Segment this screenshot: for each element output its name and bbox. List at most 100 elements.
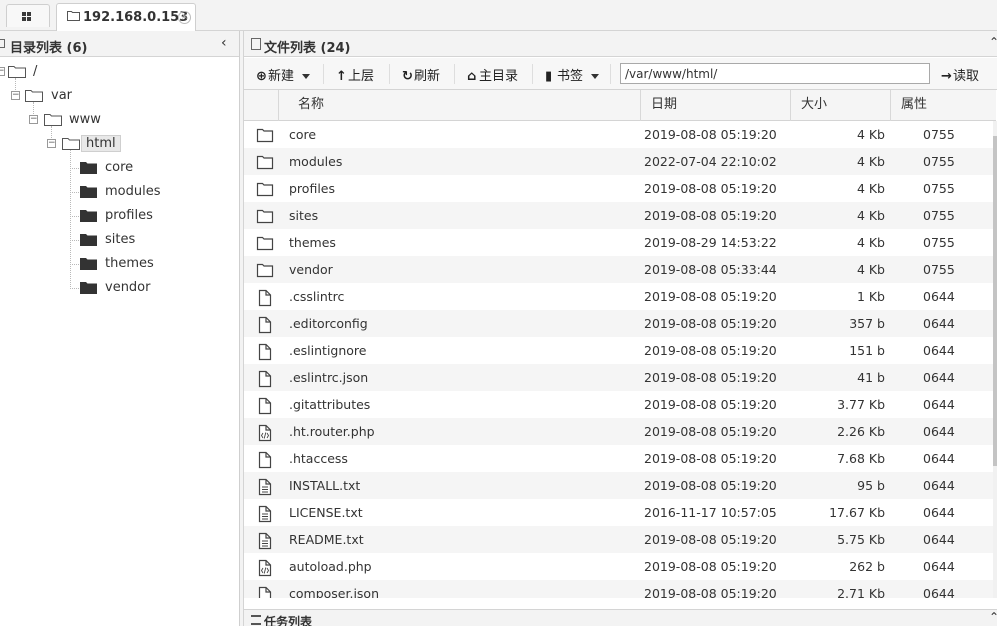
table-row[interactable]: .csslintrc 2019-08-08 05:19:20 1 Kb 0644 xyxy=(244,283,994,310)
file-date: 2019-08-08 05:19:20 xyxy=(644,397,777,412)
refresh-button[interactable]: ↻刷新 xyxy=(402,65,441,84)
table-row[interactable]: sites 2019-08-08 05:19:20 4 Kb 0755 xyxy=(244,202,994,229)
table-row[interactable]: modules 2022-07-04 22:10:02 4 Kb 0755 xyxy=(244,148,994,175)
file-name: .gitattributes xyxy=(289,397,371,412)
file-size: 95 b xyxy=(857,478,885,493)
tree-item-sites[interactable]: sites xyxy=(105,232,135,247)
folder-open-icon xyxy=(44,114,62,126)
up-button[interactable]: ↑上层 xyxy=(336,65,374,84)
column-name[interactable]: 名称 xyxy=(278,90,640,121)
new-button[interactable]: ⊕新建 xyxy=(256,65,311,84)
file-panel-title: 文件列表 (24) xyxy=(264,41,351,56)
refresh-label: 刷新 xyxy=(414,69,441,84)
column-size[interactable]: 大小 xyxy=(790,90,890,121)
refresh-icon: ↻ xyxy=(402,69,413,84)
file-size: 4 Kb xyxy=(856,181,885,196)
file-attr: 0755 xyxy=(923,235,955,250)
tab-host[interactable]: 192.168.0.153 × xyxy=(56,3,196,31)
file-attr: 0644 xyxy=(923,343,955,358)
table-row[interactable]: vendor 2019-08-08 05:33:44 4 Kb 0755 xyxy=(244,256,994,283)
tab-dashboard[interactable] xyxy=(6,4,50,27)
file-icon xyxy=(256,586,274,598)
file-date: 2019-08-08 05:19:20 xyxy=(644,181,777,196)
folder-icon xyxy=(256,235,274,251)
toolbar-divider xyxy=(389,64,390,84)
folder-open-icon xyxy=(25,90,43,102)
table-row[interactable]: README.txt 2019-08-08 05:19:20 5.75 Kb 0644 xyxy=(244,526,994,553)
table-row[interactable]: autoload.php 2019-08-08 05:19:20 262 b 0644 xyxy=(244,553,994,580)
table-row[interactable]: LICENSE.txt 2016-11-17 10:57:05 17.67 Kb 06… xyxy=(244,499,994,526)
file-attr: 0644 xyxy=(923,289,955,304)
close-icon[interactable]: × xyxy=(178,11,191,24)
table-row[interactable]: core 2019-08-08 05:19:20 4 Kb 0755 xyxy=(244,121,994,148)
tree-item-core[interactable]: core xyxy=(105,160,133,175)
collapse-toggle[interactable]: − xyxy=(0,67,5,76)
file-size: 1 Kb xyxy=(856,289,885,304)
tree-item-modules[interactable]: modules xyxy=(105,184,161,199)
file-attr: 0644 xyxy=(923,424,955,439)
file-name: core xyxy=(289,127,317,142)
table-row[interactable]: .eslintrc.json 2019-08-08 05:19:20 41 b 064… xyxy=(244,364,994,391)
table-row[interactable]: .ht.router.php 2019-08-08 05:19:20 2.26 Kb… xyxy=(244,418,994,445)
chevron-up-icon[interactable]: ⌃ xyxy=(989,35,997,49)
file-size: 262 b xyxy=(849,559,885,574)
column-date[interactable]: 日期 xyxy=(640,90,790,121)
arrow-right-icon: → xyxy=(941,69,952,84)
home-button[interactable]: ⌂ 主目录 xyxy=(467,65,518,84)
file-date: 2019-08-08 05:19:20 xyxy=(644,532,777,547)
file-attr: 0644 xyxy=(923,532,955,547)
bookmark-label: 书签 xyxy=(557,69,584,84)
file-name: modules xyxy=(289,154,343,169)
collapse-panel-icon[interactable]: ‹ xyxy=(221,35,227,51)
table-row[interactable]: .htaccess 2019-08-08 05:19:20 7.68 Kb 0644 xyxy=(244,445,994,472)
tree-item-themes[interactable]: themes xyxy=(105,256,154,271)
tree-item-root[interactable]: / xyxy=(33,64,37,79)
table-row[interactable]: themes 2019-08-29 14:53:22 4 Kb 0755 xyxy=(244,229,994,256)
table-row[interactable]: .eslintignore 2019-08-08 05:19:20 151 b 064… xyxy=(244,337,994,364)
folder-open-icon xyxy=(8,66,26,78)
bookmark-button[interactable]: ▮ 书签 xyxy=(545,65,600,84)
directory-panel-title: 目录列表 (6) xyxy=(10,41,88,56)
file-attr: 0644 xyxy=(923,397,955,412)
tree-item-profiles[interactable]: profiles xyxy=(105,208,153,223)
file-icon xyxy=(256,451,274,469)
read-button[interactable]: →读取 xyxy=(941,65,979,84)
tree-item-vendor[interactable]: vendor xyxy=(105,280,150,295)
file-attr: 0644 xyxy=(923,451,955,466)
file-date: 2019-08-29 14:53:22 xyxy=(644,235,777,250)
table-row[interactable]: composer.json 2019-08-08 05:19:20 2.71 Kb 0… xyxy=(244,580,994,598)
collapse-toggle[interactable]: − xyxy=(29,115,38,124)
file-name: .htaccess xyxy=(289,451,348,466)
column-attr[interactable]: 属性 xyxy=(890,90,996,121)
scrollbar-thumb[interactable] xyxy=(993,136,997,466)
vertical-scrollbar[interactable] xyxy=(993,121,997,598)
tree-item-html[interactable]: html xyxy=(81,135,121,152)
text-file-icon xyxy=(256,505,274,523)
tree-item-www[interactable]: www xyxy=(69,112,101,127)
grid-icon xyxy=(7,5,51,28)
new-label: 新建 xyxy=(268,69,295,84)
table-row[interactable]: .editorconfig 2019-08-08 05:19:20 357 b 064… xyxy=(244,310,994,337)
file-size: 4 Kb xyxy=(856,262,885,277)
file-attr: 0644 xyxy=(923,478,955,493)
code-file-icon xyxy=(256,559,274,577)
table-row[interactable]: .gitattributes 2019-08-08 05:19:20 3.77 Kb… xyxy=(244,391,994,418)
tree-connector xyxy=(70,288,79,289)
collapse-toggle[interactable]: − xyxy=(47,139,56,148)
column-icon xyxy=(244,90,278,121)
file-date: 2019-08-08 05:19:20 xyxy=(644,559,777,574)
collapse-toggle[interactable]: − xyxy=(11,91,20,100)
chevron-down-icon xyxy=(591,74,600,79)
file-icon xyxy=(256,316,274,334)
table-row[interactable]: profiles 2019-08-08 05:19:20 4 Kb 0755 xyxy=(244,175,994,202)
chevron-up-icon[interactable]: ⌃ xyxy=(989,610,997,624)
table-row[interactable]: INSTALL.txt 2019-08-08 05:19:20 95 b 0644 xyxy=(244,472,994,499)
file-attr: 0755 xyxy=(923,154,955,169)
path-input[interactable] xyxy=(620,63,930,84)
folder-icon xyxy=(80,210,97,222)
table-header: 名称 日期 大小 属性 xyxy=(244,90,996,121)
file-name: .eslintrc.json xyxy=(289,370,369,385)
arrow-up-icon: ↑ xyxy=(336,69,347,84)
plus-circle-icon: ⊕ xyxy=(256,69,267,84)
tree-item-var[interactable]: var xyxy=(51,88,72,103)
